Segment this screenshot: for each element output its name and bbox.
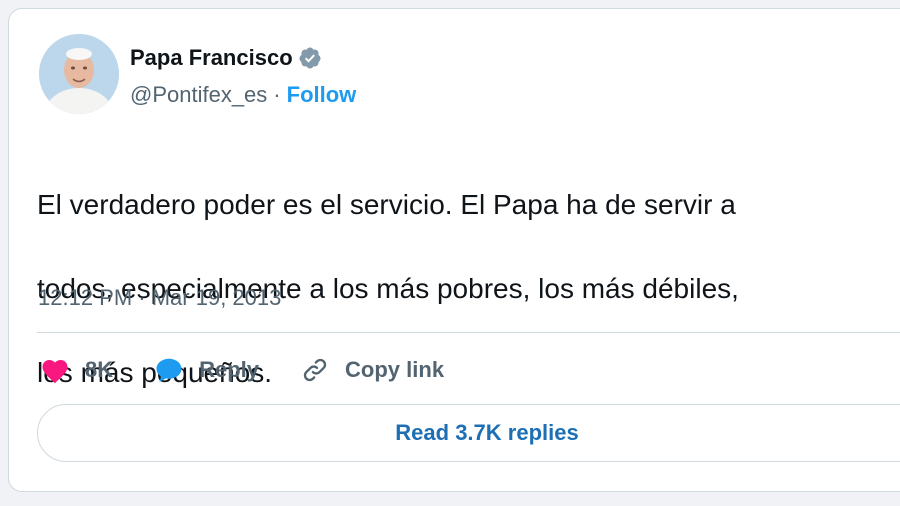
reply-bubble-icon [153,354,185,386]
tweet-card: Papa Francisco @Pontifex_es · Follow El … [8,8,900,492]
read-replies-button[interactable]: Read 3.7K replies [37,404,900,462]
avatar-image [39,34,119,114]
author-name[interactable]: Papa Francisco [130,45,293,71]
link-icon [299,354,331,386]
author-name-row: Papa Francisco [130,45,322,71]
tweet-timestamp[interactable]: 12:12 PM · Mar 19, 2013 [38,285,281,311]
like-count: 8K [85,357,114,382]
verified-badge-icon [299,47,321,69]
author-handle-row: @Pontifex_es · Follow [130,82,356,108]
avatar[interactable] [39,34,119,114]
action-bar: 8K Reply Copy link [39,352,484,388]
reply-label: Reply [199,357,260,382]
reply-button[interactable]: Reply [153,354,259,386]
author-handle[interactable]: @Pontifex_es [130,82,267,108]
divider [37,332,900,333]
heart-icon [39,354,71,386]
like-button[interactable]: 8K [39,354,113,386]
tweet-text-line: El verdadero poder es el servicio. El Pa… [37,189,736,220]
handle-separator: · [273,82,281,107]
copy-link-button[interactable]: Copy link [299,354,444,386]
follow-button[interactable]: Follow [287,82,357,108]
copy-link-label: Copy link [345,357,445,382]
